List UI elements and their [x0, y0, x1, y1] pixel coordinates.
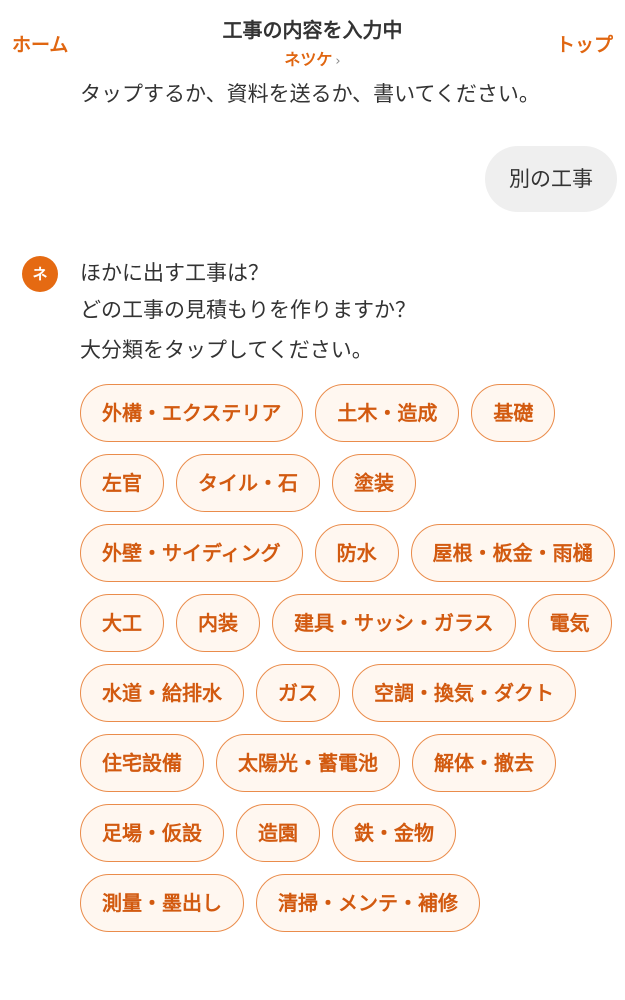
chat-area: タップするか、資料を送るか、書いてください。 別の工事 ネ ほかに出す工事は？ … [0, 0, 625, 1000]
category-chip[interactable]: 測量・墨出し [80, 874, 244, 932]
category-chip[interactable]: 屋根・板金・雨樋 [410, 524, 615, 582]
category-chip[interactable]: 足場・仮設 [80, 804, 224, 862]
project-subtitle-link[interactable]: ネツケ › [0, 46, 625, 70]
category-chip[interactable]: 外壁・サイディング [80, 524, 303, 582]
previous-bot-message: タップするか、資料を送るか、書いてください。 [80, 82, 540, 106]
category-chip[interactable]: 清掃・メンテ・補修 [256, 874, 480, 932]
category-chip[interactable]: 防水 [314, 524, 399, 582]
category-chip[interactable]: 鉄・金物 [332, 804, 456, 862]
category-chip[interactable]: ガス [256, 664, 340, 722]
category-chip[interactable]: 土木・造成 [315, 384, 460, 442]
category-chip[interactable]: 左官 [80, 454, 164, 512]
category-chip-list: 外構・エクステリア 土木・造成 基礎 左官 タイル・石 塗装 外壁・サイディング… [80, 384, 620, 932]
category-chip[interactable]: 建具・サッシ・ガラス [272, 594, 516, 652]
category-chip[interactable]: 太陽光・蓄電池 [216, 734, 400, 792]
bot-message-line-1: ほかに出す工事は？ [80, 261, 269, 285]
page-title: 工事の内容を入力中 [222, 18, 403, 42]
category-chip[interactable]: 水道・給排水 [80, 664, 244, 722]
bot-message-line-3: 大分類をタップしてください。 [80, 338, 373, 362]
category-chip[interactable]: 電気 [527, 594, 612, 652]
project-name: ネツケ [284, 50, 333, 69]
category-chip[interactable]: 造園 [236, 804, 320, 862]
top-link[interactable]: トップ [556, 30, 613, 57]
category-chip[interactable]: 空調・換気・ダクト [352, 664, 576, 722]
app-header: ホーム 工事の内容を入力中 ネツケ › トップ [0, 0, 625, 76]
bot-message-line-2: どの工事の見積もりを作りますか？ [80, 298, 416, 322]
category-chip[interactable]: 解体・撤去 [412, 734, 556, 792]
category-chip[interactable]: タイル・石 [176, 454, 320, 512]
chevron-right-icon: › [335, 54, 341, 69]
bot-avatar: ネ [22, 256, 58, 292]
category-chip[interactable]: 外構・エクステリア [80, 384, 304, 442]
category-chip[interactable]: 塗装 [332, 454, 416, 512]
category-chip[interactable]: 住宅設備 [80, 734, 204, 792]
user-message-bubble: 別の工事 [485, 146, 617, 212]
category-chip[interactable]: 大工 [80, 594, 164, 652]
category-chip[interactable]: 内装 [176, 594, 260, 652]
category-chip[interactable]: 基礎 [471, 384, 556, 442]
